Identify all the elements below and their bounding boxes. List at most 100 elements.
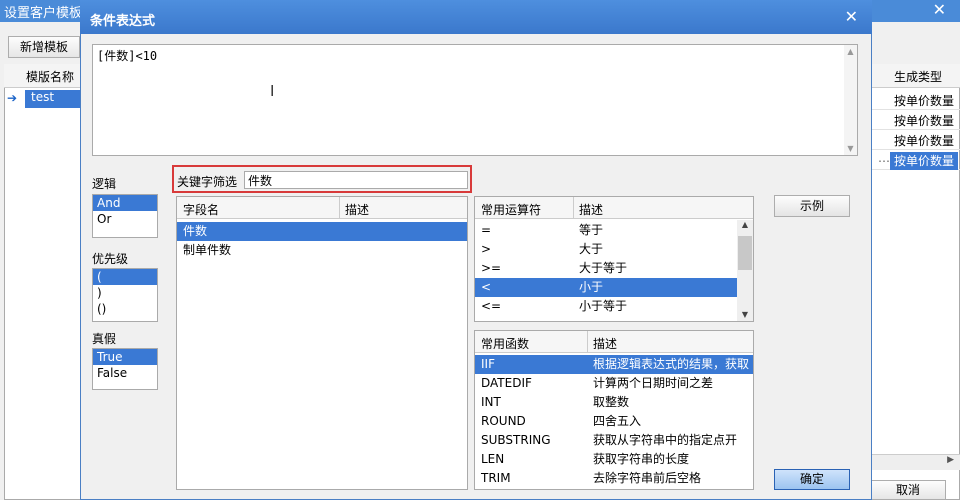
scroll-down-icon[interactable]: ▼	[737, 310, 753, 319]
function-row[interactable]: ROUND 四舍五入	[475, 412, 753, 431]
operator-cell[interactable]: =	[481, 221, 491, 240]
function-cell[interactable]: TRIM	[481, 469, 511, 488]
expression-vertical-scrollbar[interactable]: ▲ ▼	[844, 45, 857, 155]
generation-type-column-header[interactable]: 生成类型	[894, 68, 942, 85]
column-divider[interactable]	[573, 197, 574, 219]
function-cell[interactable]: IIF	[481, 355, 495, 374]
logic-item-and[interactable]: And	[93, 195, 157, 211]
column-divider[interactable]	[587, 331, 588, 353]
operator-desc-column-header[interactable]: 描述	[579, 201, 603, 218]
keyword-filter-label: 关键字筛选	[177, 175, 238, 189]
operator-row[interactable]: > 大于	[475, 240, 737, 259]
operator-row[interactable]: >= 大于等于	[475, 259, 737, 278]
function-desc-cell[interactable]: 获取从字符串中的指定点开	[593, 431, 737, 450]
priority-item-close[interactable]: )	[93, 285, 157, 301]
scroll-up-icon[interactable]: ▲	[844, 47, 857, 56]
scroll-down-icon[interactable]: ▼	[844, 144, 857, 153]
function-desc-column-header[interactable]: 描述	[593, 335, 617, 352]
field-name-cell[interactable]: 制单件数	[183, 241, 231, 260]
field-name-column-header[interactable]: 字段名	[183, 201, 219, 218]
truth-list[interactable]: True False	[92, 348, 158, 390]
field-name-cell[interactable]: 件数	[183, 222, 207, 241]
template-name-column-header[interactable]: 模版名称	[26, 68, 74, 85]
function-desc-cell[interactable]: 根据逻辑表达式的结果，获取	[593, 355, 749, 374]
function-desc-cell[interactable]: 四舍五入	[593, 412, 641, 431]
generation-type-cell[interactable]: 按单价数量	[894, 112, 954, 129]
function-cell[interactable]: SUBSTRING	[481, 431, 551, 450]
function-desc-cell[interactable]: 去除字符串前后空格	[593, 469, 701, 488]
horizontal-scrollbar[interactable]: ▶	[870, 454, 960, 470]
function-column-header[interactable]: 常用函数	[481, 335, 529, 352]
generation-type-row[interactable]: 按单价数量	[870, 90, 960, 110]
function-desc-cell[interactable]: 获取字符串的长度	[593, 450, 689, 469]
logic-item-or[interactable]: Or	[93, 211, 157, 227]
function-row[interactable]: INT 取整数	[475, 393, 753, 412]
text-cursor-icon: Ι	[270, 82, 275, 100]
logic-label: 逻辑	[92, 177, 117, 191]
generation-type-cell[interactable]: 按单价数量	[894, 92, 954, 109]
operator-desc-cell[interactable]: 大于等于	[579, 259, 627, 278]
operator-row[interactable]: = 等于	[475, 221, 737, 240]
ok-button[interactable]: 确定	[774, 469, 850, 490]
logic-list[interactable]: And Or	[92, 194, 158, 238]
template-name-cell[interactable]: test	[25, 90, 83, 108]
field-row[interactable]: 制单件数	[177, 241, 467, 260]
background-close-icon[interactable]: ✕	[933, 0, 946, 19]
priority-label: 优先级	[92, 252, 129, 266]
keyword-filter-input[interactable]	[244, 171, 468, 189]
function-row[interactable]: SUBSTRING 获取从字符串中的指定点开	[475, 431, 753, 450]
scroll-thumb[interactable]	[738, 236, 752, 270]
field-desc-column-header[interactable]: 描述	[345, 201, 369, 218]
function-row[interactable]: LEN 获取字符串的长度	[475, 450, 753, 469]
priority-item-open[interactable]: (	[93, 269, 157, 285]
function-cell[interactable]: INT	[481, 393, 501, 412]
generation-type-cell[interactable]: 按单价数量	[890, 152, 959, 170]
generation-type-row[interactable]: 按单价数量	[870, 130, 960, 150]
operator-column-header[interactable]: 常用运算符	[481, 201, 541, 218]
field-row[interactable]: 件数	[177, 222, 467, 241]
add-template-button[interactable]: 新增模板	[8, 36, 80, 58]
operator-row[interactable]: < 小于	[475, 278, 737, 297]
operator-desc-cell[interactable]: 小于	[579, 278, 603, 297]
operator-cell[interactable]: <	[481, 278, 491, 297]
operator-desc-cell[interactable]: 小于等于	[579, 297, 627, 316]
operators-vertical-scrollbar[interactable]: ▲ ▼	[737, 220, 753, 321]
dialog-close-icon[interactable]: ✕	[845, 7, 858, 26]
generation-type-row[interactable]: 按单价数量	[870, 110, 960, 130]
truth-item-true[interactable]: True	[93, 349, 157, 365]
cancel-button[interactable]: 取消	[870, 480, 946, 500]
template-grid	[4, 64, 84, 500]
generation-type-cell[interactable]: 按单价数量	[894, 132, 954, 149]
column-divider[interactable]	[339, 197, 340, 219]
expression-editor[interactable]: [件数]<10	[92, 44, 858, 156]
dialog-title-bar[interactable]: 条件表达式 ✕	[80, 0, 872, 34]
function-row[interactable]: TRIM 去除字符串前后空格	[475, 469, 753, 488]
priority-list[interactable]: ( ) ()	[92, 268, 158, 322]
function-cell[interactable]: LEN	[481, 450, 504, 469]
template-row[interactable]: ➔ test	[5, 90, 83, 108]
operator-row[interactable]: <= 小于等于	[475, 297, 737, 316]
function-desc-cell[interactable]: 计算两个日期时间之差	[593, 374, 713, 393]
function-row[interactable]: IIF 根据逻辑表达式的结果，获取	[475, 355, 753, 374]
scroll-up-icon[interactable]: ▲	[737, 220, 753, 229]
scroll-right-icon[interactable]: ▶	[947, 455, 954, 465]
operator-desc-cell[interactable]: 等于	[579, 221, 603, 240]
function-cell[interactable]: ROUND	[481, 412, 526, 431]
operator-desc-cell[interactable]: 大于	[579, 240, 603, 259]
operator-cell[interactable]: >	[481, 240, 491, 259]
function-cell[interactable]: DATEDIF	[481, 374, 532, 393]
function-desc-cell[interactable]: 取整数	[593, 393, 629, 412]
expression-text: [件数]<10	[97, 49, 158, 63]
template-grid-header: 模版名称	[4, 64, 84, 88]
row-indicator-arrow-icon: ➔	[7, 91, 18, 105]
fields-table-header: 字段名 描述	[177, 197, 467, 219]
generation-type-grid-header: 生成类型	[870, 64, 960, 88]
priority-item-pair[interactable]: ()	[93, 301, 157, 317]
operator-cell[interactable]: >=	[481, 259, 501, 278]
example-button[interactable]: 示例	[774, 195, 850, 217]
operators-table-header: 常用运算符 描述	[475, 197, 753, 219]
operator-cell[interactable]: <=	[481, 297, 501, 316]
truth-item-false[interactable]: False	[93, 365, 157, 381]
function-row[interactable]: DATEDIF 计算两个日期时间之差	[475, 374, 753, 393]
generation-type-row[interactable]: … 按单价数量	[870, 150, 960, 170]
